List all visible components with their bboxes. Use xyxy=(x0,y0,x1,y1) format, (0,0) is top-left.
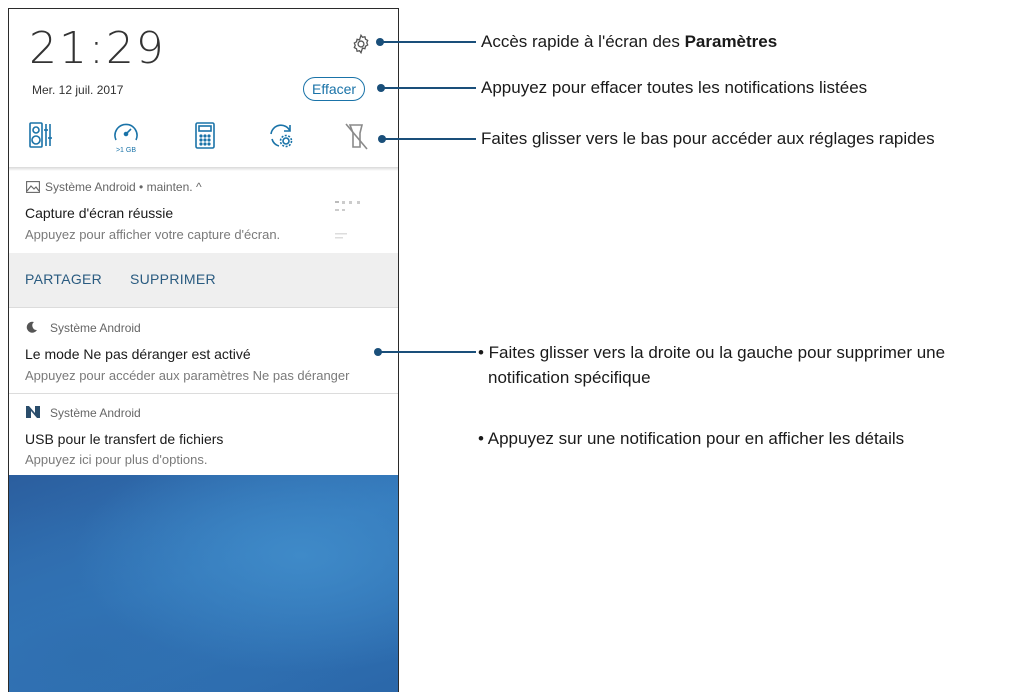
callout-line xyxy=(380,41,476,43)
speed-boost-icon[interactable]: >1 GB xyxy=(111,120,141,154)
boost-caption: >1 GB xyxy=(116,147,136,154)
notification-title: Le mode Ne pas déranger est activé xyxy=(25,346,251,362)
gear-icon[interactable] xyxy=(350,33,372,55)
notification-do-not-disturb[interactable]: Système Android Le mode Ne pas déranger … xyxy=(9,308,398,393)
flashlight-off-icon[interactable] xyxy=(342,120,372,154)
callout-clear: Appuyez pour effacer toutes les notifica… xyxy=(481,78,868,97)
callout-quick: Faites glisser vers le bas pour accéder … xyxy=(481,129,935,148)
screenshot-thumbnail xyxy=(335,199,369,243)
callout-swipe-line2: notification spécifique xyxy=(488,368,651,387)
notification-actions: PARTAGER SUPPRIMER xyxy=(9,253,398,307)
notification-title: USB pour le transfert de fichiers xyxy=(25,431,224,447)
equalizer-icon[interactable] xyxy=(26,120,56,154)
delete-button[interactable]: SUPPRIMER xyxy=(130,271,216,287)
quick-settings-row: >1 GB xyxy=(9,120,398,160)
callout-settings: Accès rapide à l'écran des Paramètres xyxy=(481,32,777,52)
callout-swipe-line1: • Faites glisser vers la droite ou la ga… xyxy=(478,343,946,362)
share-button[interactable]: PARTAGER xyxy=(25,271,102,287)
notification-screenshot[interactable]: Système Android • mainten. ^ Capture d'é… xyxy=(9,171,398,253)
callout-tap: • Appuyez sur une notification pour en a… xyxy=(478,429,905,448)
notification-panel: 21:29 Mer. 12 juil. 2017 Effacer >1 GB S… xyxy=(8,8,399,692)
notification-app-label: Système Android xyxy=(50,321,141,335)
calculator-icon[interactable] xyxy=(192,120,222,154)
status-header: 21:29 Mer. 12 juil. 2017 Effacer >1 GB xyxy=(9,9,398,168)
n-logo-icon xyxy=(26,405,40,423)
notification-subtitle: Appuyez ici pour plus d'options. xyxy=(25,452,208,467)
wallpaper xyxy=(9,475,398,692)
clock: 21:29 xyxy=(29,23,166,74)
clear-all-button[interactable]: Effacer xyxy=(303,77,366,101)
date-label: Mer. 12 juil. 2017 xyxy=(32,83,124,97)
callout-line xyxy=(378,351,476,353)
callout-settings-bold: Paramètres xyxy=(684,32,778,51)
notification-app-label: Système Android • mainten. ^ xyxy=(45,180,202,194)
callout-settings-text: Accès rapide à l'écran des xyxy=(481,32,685,51)
notification-usb[interactable]: Système Android USB pour le transfert de… xyxy=(9,394,398,475)
callout-line xyxy=(381,87,476,89)
settings-rotate-icon[interactable] xyxy=(265,120,295,154)
notification-subtitle: Appuyez pour accéder aux paramètres Ne p… xyxy=(25,368,350,383)
image-icon xyxy=(26,180,40,198)
notification-app-label: Système Android xyxy=(50,406,141,420)
notification-subtitle: Appuyez pour afficher votre capture d'éc… xyxy=(25,227,281,242)
notification-title: Capture d'écran réussie xyxy=(25,205,174,221)
moon-icon xyxy=(26,320,38,338)
callout-line xyxy=(382,138,476,140)
